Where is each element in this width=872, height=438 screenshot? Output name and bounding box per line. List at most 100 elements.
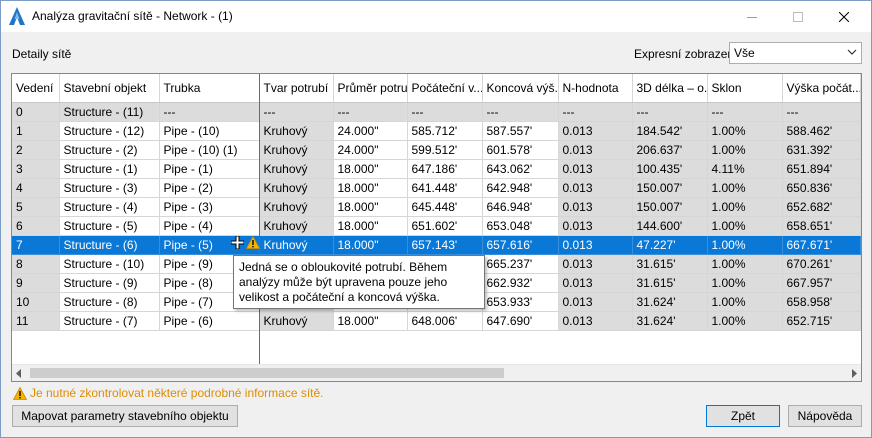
table-cell[interactable]: 657.143' xyxy=(407,235,483,255)
table-cell[interactable]: 647.690' xyxy=(482,311,559,331)
table-cell[interactable]: 0.013 xyxy=(558,254,633,274)
table-cell[interactable]: 1.00% xyxy=(707,178,783,198)
table-cell[interactable]: 144.600' xyxy=(632,216,708,236)
table-cell[interactable]: Structure - (11) xyxy=(59,102,160,122)
table-cell[interactable]: 206.637' xyxy=(632,140,708,160)
table-cell[interactable]: 18.000" xyxy=(333,197,408,217)
table-cell[interactable]: --- xyxy=(782,102,861,122)
table-cell[interactable]: Structure - (10) xyxy=(59,254,160,274)
column-header[interactable]: Průměr potrubí xyxy=(333,74,408,103)
table-cell[interactable]: Pipe - (10) xyxy=(159,121,260,141)
table-cell[interactable]: 667.957' xyxy=(782,273,861,293)
table-cell[interactable]: 18.000" xyxy=(333,178,408,198)
table-cell[interactable]: 642.948' xyxy=(482,178,559,198)
table-cell[interactable]: 653.933' xyxy=(482,292,559,312)
table-cell[interactable]: Structure - (1) xyxy=(59,159,160,179)
table-cell[interactable]: --- xyxy=(159,102,260,122)
scrollbar-thumb[interactable] xyxy=(30,368,504,378)
column-header[interactable]: Sklon xyxy=(707,74,783,103)
table-cell[interactable]: Kruhový xyxy=(259,235,334,255)
column-header[interactable]: Trubka xyxy=(159,74,260,103)
table-cell[interactable]: 24.000" xyxy=(333,121,408,141)
warning-icon[interactable] xyxy=(246,236,260,249)
table-cell[interactable]: 0.013 xyxy=(558,197,633,217)
column-header[interactable]: 3D délka – o... xyxy=(632,74,708,103)
table-cell[interactable]: 651.894' xyxy=(782,159,861,179)
table-cell[interactable]: 601.578' xyxy=(482,140,559,160)
column-header[interactable]: Počáteční v... xyxy=(407,74,483,103)
table-cell[interactable]: Pipe - (1) xyxy=(159,159,260,179)
horizontal-scrollbar[interactable] xyxy=(12,364,861,381)
column-header[interactable]: N-hodnota xyxy=(558,74,633,103)
table-cell[interactable]: Kruhový xyxy=(259,159,334,179)
table-cell[interactable]: 631.392' xyxy=(782,140,861,160)
column-header[interactable]: Vedení xyxy=(12,74,60,103)
network-grid[interactable]: Vedení Stavební objekt Trubka Tvar potru… xyxy=(11,73,862,382)
table-cell[interactable]: 667.671' xyxy=(782,235,861,255)
table-cell[interactable]: 1.00% xyxy=(707,216,783,236)
table-cell[interactable]: 643.062' xyxy=(482,159,559,179)
table-cell[interactable]: 1.00% xyxy=(707,292,783,312)
table-cell[interactable]: 641.448' xyxy=(407,178,483,198)
column-header[interactable]: Koncová výš... xyxy=(482,74,559,103)
table-cell[interactable]: 587.557' xyxy=(482,121,559,141)
table-row[interactable]: 6 Structure - (5) Pipe - (4) Kruhový 18.000"… xyxy=(12,216,861,236)
maximize-button[interactable] xyxy=(775,1,821,32)
help-button[interactable]: Nápověda xyxy=(788,405,862,427)
table-cell[interactable]: --- xyxy=(482,102,559,122)
table-cell[interactable]: Kruhový xyxy=(259,311,334,331)
table-cell[interactable]: 0.013 xyxy=(558,216,633,236)
table-cell[interactable]: 646.948' xyxy=(482,197,559,217)
table-cell[interactable]: 651.602' xyxy=(407,216,483,236)
table-cell[interactable]: 3 xyxy=(12,159,60,179)
table-cell[interactable]: 18.000" xyxy=(333,311,408,331)
table-cell[interactable]: 18.000" xyxy=(333,235,408,255)
table-cell[interactable]: Structure - (9) xyxy=(59,273,160,293)
table-cell[interactable]: 648.006' xyxy=(407,311,483,331)
table-cell[interactable]: Structure - (5) xyxy=(59,216,160,236)
table-cell[interactable]: Structure - (4) xyxy=(59,197,160,217)
table-row[interactable]: 7 Structure - (6) Pipe - (5) Kruhový 18.000"… xyxy=(12,235,861,255)
table-cell[interactable]: 585.712' xyxy=(407,121,483,141)
table-cell[interactable]: 11 xyxy=(12,311,60,331)
column-header[interactable]: Výška počát... xyxy=(782,74,861,103)
table-cell[interactable]: 31.624' xyxy=(632,311,708,331)
table-cell[interactable]: 599.512' xyxy=(407,140,483,160)
table-cell[interactable]: 4 xyxy=(12,178,60,198)
table-cell[interactable]: 1 xyxy=(12,121,60,141)
table-cell[interactable]: 657.616' xyxy=(482,235,559,255)
table-cell[interactable]: 1.00% xyxy=(707,254,783,274)
scroll-right-icon[interactable] xyxy=(851,369,857,378)
table-cell[interactable]: Pipe - (3) xyxy=(159,197,260,217)
table-cell[interactable]: Pipe - (2) xyxy=(159,178,260,198)
table-cell[interactable]: 10 xyxy=(12,292,60,312)
table-cell[interactable]: 1.00% xyxy=(707,197,783,217)
table-cell[interactable]: 4.11% xyxy=(707,159,783,179)
table-cell[interactable]: 2 xyxy=(12,140,60,160)
table-cell[interactable]: 31.615' xyxy=(632,273,708,293)
table-cell[interactable]: 184.542' xyxy=(632,121,708,141)
table-cell[interactable]: Kruhový xyxy=(259,140,334,160)
table-cell[interactable]: 1.00% xyxy=(707,121,783,141)
table-cell[interactable]: 0.013 xyxy=(558,140,633,160)
table-cell[interactable]: --- xyxy=(558,102,633,122)
table-cell[interactable]: 0.013 xyxy=(558,121,633,141)
table-cell[interactable]: 7 xyxy=(12,235,60,255)
table-row[interactable]: 2 Structure - (2) Pipe - (10) (1) Kruhový 24… xyxy=(12,140,861,160)
column-header[interactable]: Stavební objekt xyxy=(59,74,160,103)
table-cell[interactable]: 652.682' xyxy=(782,197,861,217)
table-cell[interactable]: 18.000" xyxy=(333,159,408,179)
table-cell[interactable]: Pipe - (10) (1) xyxy=(159,140,260,160)
table-cell[interactable]: 1.00% xyxy=(707,311,783,331)
table-cell[interactable]: 662.932' xyxy=(482,273,559,293)
table-cell[interactable]: --- xyxy=(259,102,334,122)
map-structure-parameters-button[interactable]: Mapovat parametry stavebního objektu xyxy=(12,405,238,427)
close-button[interactable] xyxy=(821,1,867,32)
table-cell[interactable]: 1.00% xyxy=(707,235,783,255)
table-cell[interactable]: Pipe - (6) xyxy=(159,311,260,331)
table-cell[interactable]: 0.013 xyxy=(558,273,633,293)
table-cell[interactable]: 0.013 xyxy=(558,292,633,312)
table-cell[interactable]: --- xyxy=(407,102,483,122)
table-cell[interactable]: Structure - (7) xyxy=(59,311,160,331)
table-cell[interactable]: 31.624' xyxy=(632,292,708,312)
